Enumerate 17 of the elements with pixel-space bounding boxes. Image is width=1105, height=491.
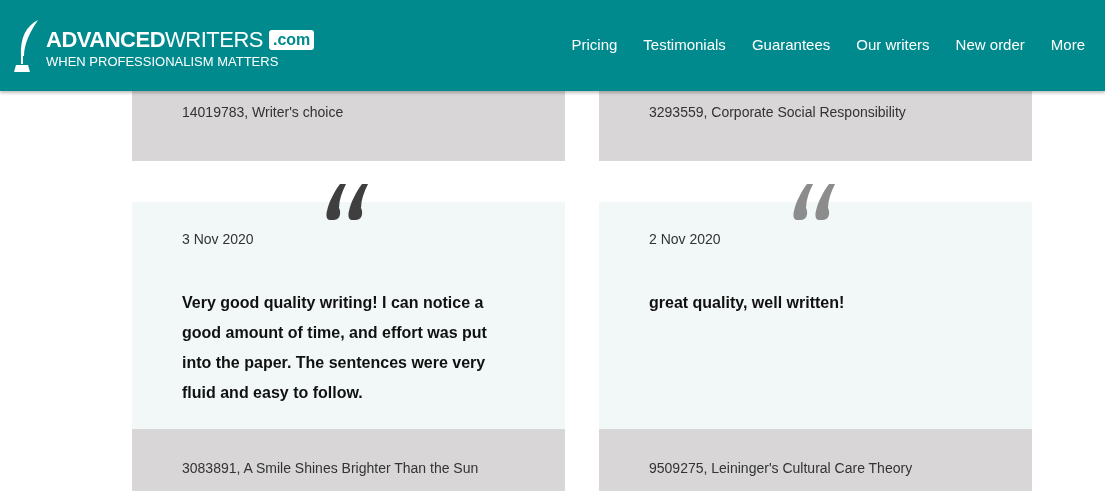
- review-date: 2 Nov 2020: [649, 230, 722, 248]
- nav-link[interactable]: Pricing: [571, 34, 618, 57]
- order-title: 9509275, Leininger's Cultural Care Theory: [649, 460, 913, 476]
- nav-link[interactable]: Testimonials: [643, 34, 726, 57]
- review-date: 3 Nov 2020: [182, 230, 255, 248]
- order-title: 3293559, Corporate Social Responsibility: [649, 104, 906, 120]
- brand-name: ADVANCEDWRITERS: [46, 27, 263, 52]
- order-title: 3083891, A Smile Shines Brighter Than the Sun: [182, 460, 479, 476]
- nav-link[interactable]: Our writers: [856, 34, 930, 57]
- order-title: 14019783, Writer's choice: [182, 104, 344, 120]
- review-text: Very good quality writing! I can notice a good amount of time, and effort was put into the paper. The sentences were very fluid and easy to follow.: [182, 293, 488, 403]
- nav-link[interactable]: New order: [955, 34, 1025, 57]
- nav-link[interactable]: More: [1050, 34, 1085, 57]
- nav-link[interactable]: Guarantees: [751, 34, 831, 57]
- tagline: WHEN PROFESSIONALISM MATTERS: [46, 53, 280, 70]
- review-text: great quality, well written!: [649, 293, 846, 313]
- domain-badge: .com: [269, 29, 315, 50]
